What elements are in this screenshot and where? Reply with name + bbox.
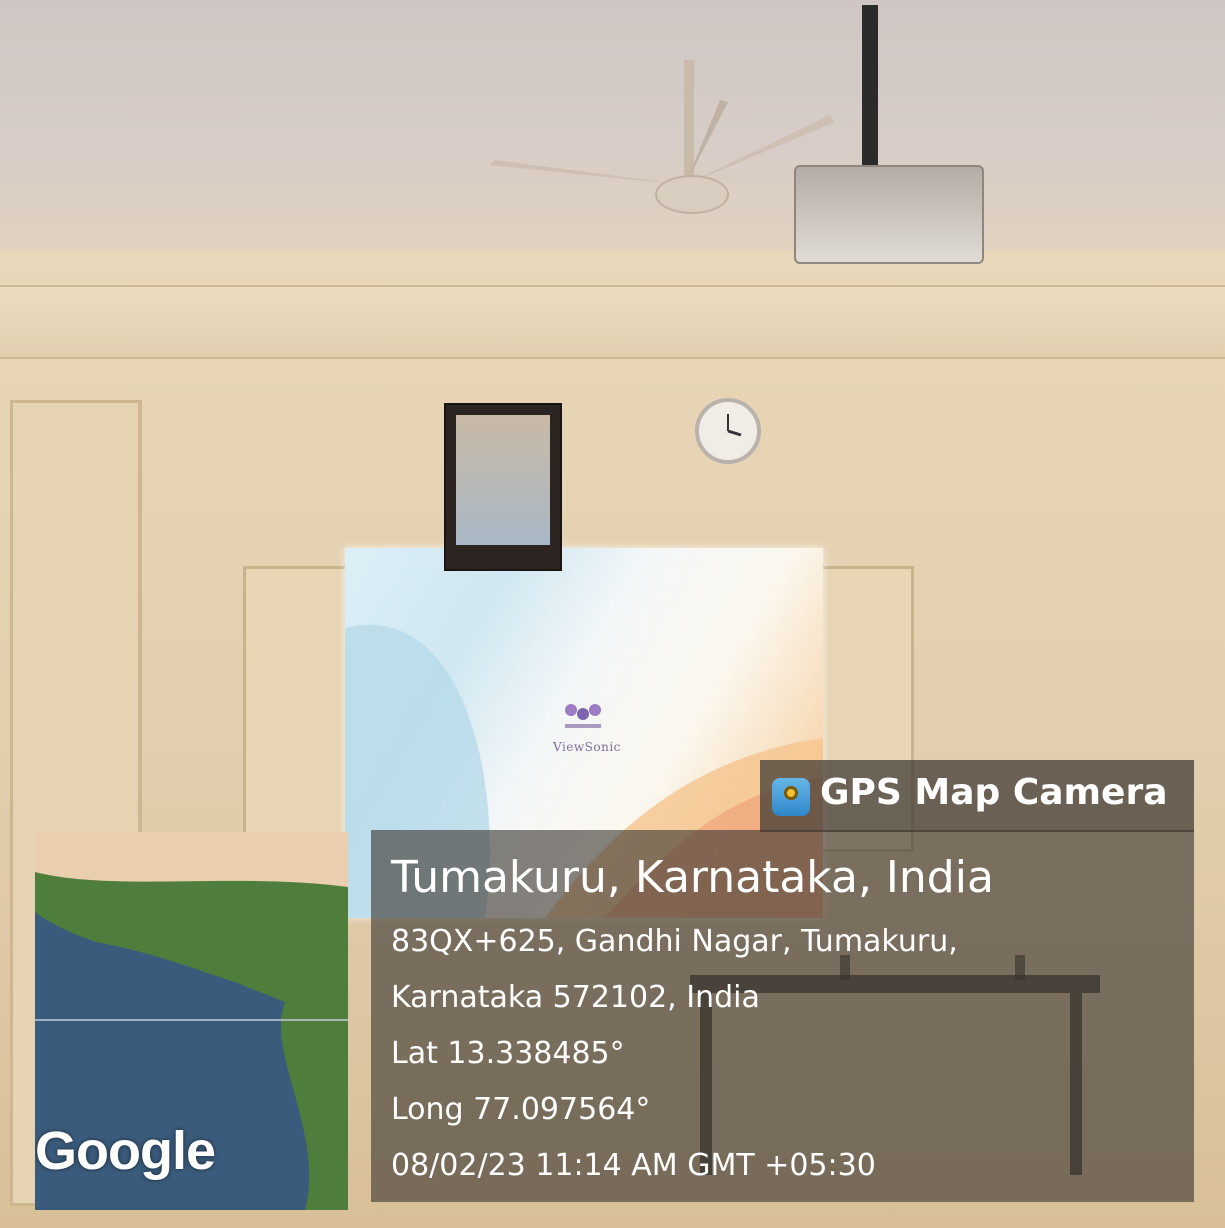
clock-hands [727, 414, 742, 437]
app-name: GPS Map Camera [820, 772, 1168, 813]
wall-clock [695, 398, 761, 464]
framed-picture [444, 403, 562, 571]
latitude: Lat 13.338485° [391, 1036, 625, 1071]
longitude: Long 77.097564° [391, 1092, 651, 1127]
address-line-1: 83QX+625, Gandhi Nagar, Tumakuru, [391, 924, 958, 959]
viewsonic-birds-icon [565, 704, 601, 728]
wall-molding [0, 285, 1225, 359]
map-pin-icon [772, 778, 810, 816]
brand-text: ViewSonic [553, 740, 621, 754]
location-info-panel: Tumakuru, Karnataka, India 83QX+625, Gan… [371, 830, 1194, 1202]
map-thumbnail: Google [35, 832, 348, 1210]
pin-marker-icon [784, 786, 798, 800]
location-title: Tumakuru, Karnataka, India [391, 852, 994, 903]
address-line-2: Karnataka 572102, India [391, 980, 760, 1015]
google-attribution: Google [35, 1121, 216, 1181]
timestamp: 08/02/23 11:14 AM GMT +05:30 [391, 1148, 876, 1183]
classroom-photo: ViewSonic Google GPS Map Camera Tumakuru… [0, 0, 1225, 1228]
picture-artwork [456, 415, 550, 545]
ceiling-fan [655, 175, 729, 214]
app-badge: GPS Map Camera [760, 760, 1194, 832]
